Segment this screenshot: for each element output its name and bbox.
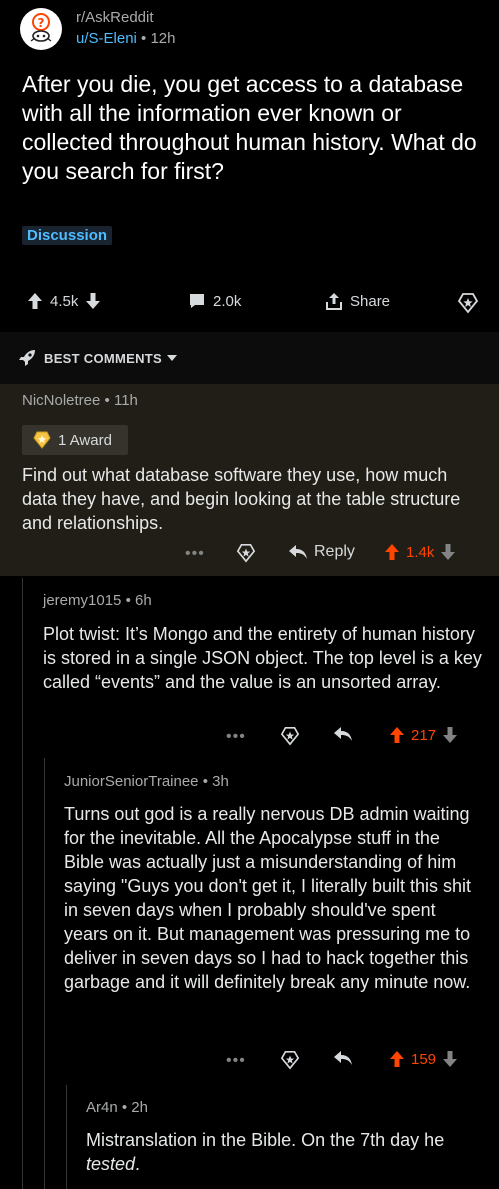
comment-meta: JuniorSeniorTrainee • 3h [64, 773, 229, 790]
comment-action-bar: ••• 159 [0, 1050, 499, 1074]
reply-button[interactable]: Reply [288, 543, 355, 561]
save-icon[interactable] [280, 1050, 300, 1070]
downvote-icon[interactable] [440, 543, 456, 561]
more-options-icon[interactable]: ••• [185, 545, 205, 563]
save-button[interactable] [457, 292, 479, 314]
comment-vote-group: 1.4k [384, 543, 456, 561]
sort-label: BEST COMMENTS [44, 350, 163, 366]
post-vote-group: 4.5k [27, 292, 101, 310]
thread-line[interactable] [44, 758, 45, 1189]
post-title[interactable]: After you die, you get access to a datab… [22, 70, 482, 186]
upvote-icon[interactable] [384, 543, 400, 561]
post-vote-count: 4.5k [50, 292, 79, 310]
reply-icon[interactable] [333, 1050, 353, 1066]
comment-body: Mistranslation in the Bible. On the 7th … [86, 1128, 486, 1176]
post-meta: u/S-Eleni • 12h [76, 30, 176, 47]
comment-time: 6h [134, 592, 152, 609]
comment-body: Turns out god is a really nervous DB adm… [64, 804, 472, 992]
reply-icon[interactable] [333, 726, 353, 742]
comment-author[interactable]: Ar4n [86, 1099, 118, 1116]
comment-meta: jeremy1015 • 6h [43, 592, 152, 609]
post-time: 12h [150, 30, 176, 47]
comment-body: Plot twist: It’s Mongo and the entirety … [43, 624, 482, 692]
award-count: 1 Award [58, 431, 112, 449]
downvote-icon[interactable] [442, 1050, 458, 1068]
comment-vote-count: 1.4k [406, 543, 435, 561]
share-label: Share [350, 292, 391, 310]
award-badge[interactable]: 1 Award [22, 425, 128, 455]
comment-time: 2h [131, 1099, 148, 1116]
comment-vote-group: 217 [389, 726, 458, 744]
meta-separator: • [104, 392, 114, 409]
post-author[interactable]: u/S-Eleni [76, 30, 137, 47]
award-icon [32, 430, 52, 450]
comment-action-bar: ••• Reply 1.4k [0, 543, 499, 567]
thread-line[interactable] [22, 578, 23, 1189]
comment-vote-group: 159 [389, 1050, 458, 1068]
downvote-icon[interactable] [442, 726, 458, 744]
upvote-icon[interactable] [27, 292, 43, 310]
rocket-icon [18, 349, 36, 367]
more-options-icon[interactable]: ••• [226, 728, 246, 746]
comment-vote-count: 159 [411, 1050, 437, 1068]
comment-meta: Ar4n • 2h [86, 1099, 148, 1116]
post-action-bar: 4.5k 2.0k Share [0, 292, 499, 320]
svg-text:?: ? [38, 16, 45, 30]
thread-line[interactable] [66, 1085, 67, 1189]
downvote-icon[interactable] [85, 292, 101, 310]
comment-vote-count: 217 [411, 726, 437, 744]
comment-meta: NicNoletree • 11h [22, 392, 138, 409]
save-icon[interactable] [236, 543, 256, 563]
comment-time: 11h [113, 392, 138, 409]
comment-body: Find out what database software they use… [22, 465, 461, 533]
comment-body-end: . [135, 1154, 141, 1174]
comment-time: 3h [212, 773, 229, 790]
subreddit-avatar-icon[interactable]: ? [20, 8, 62, 50]
upvote-icon[interactable] [389, 726, 405, 744]
save-icon [457, 292, 479, 314]
meta-separator: • [125, 592, 135, 609]
comment-body-text: Mistranslation in the Bible. On the 7th … [86, 1130, 445, 1150]
upvote-icon[interactable] [389, 1050, 405, 1068]
comment-icon [188, 292, 206, 310]
share-icon [325, 292, 343, 310]
subreddit-name[interactable]: r/AskReddit [76, 9, 154, 26]
comment-sort-bar[interactable]: BEST COMMENTS [0, 332, 499, 384]
reply-icon [288, 544, 308, 560]
comment-body-emphasis: tested [86, 1154, 136, 1174]
comment-author[interactable]: jeremy1015 [43, 592, 121, 609]
post-header: ? r/AskReddit u/S-Eleni • 12h After you … [0, 0, 499, 330]
comment-author[interactable]: NicNoletree [22, 392, 100, 409]
chevron-down-icon [166, 353, 178, 363]
meta-separator: • [121, 1099, 132, 1116]
comment-action-bar: ••• 217 [0, 726, 499, 750]
comments-button[interactable]: 2.0k [188, 292, 241, 310]
save-icon[interactable] [280, 726, 300, 746]
post-comment-count: 2.0k [213, 292, 242, 310]
share-button[interactable]: Share [325, 292, 390, 310]
post-flair[interactable]: Discussion [22, 226, 113, 245]
more-options-icon[interactable]: ••• [226, 1052, 246, 1070]
comment-author[interactable]: JuniorSeniorTrainee [64, 773, 199, 790]
meta-separator: • [202, 773, 213, 790]
reply-label: Reply [314, 543, 355, 560]
